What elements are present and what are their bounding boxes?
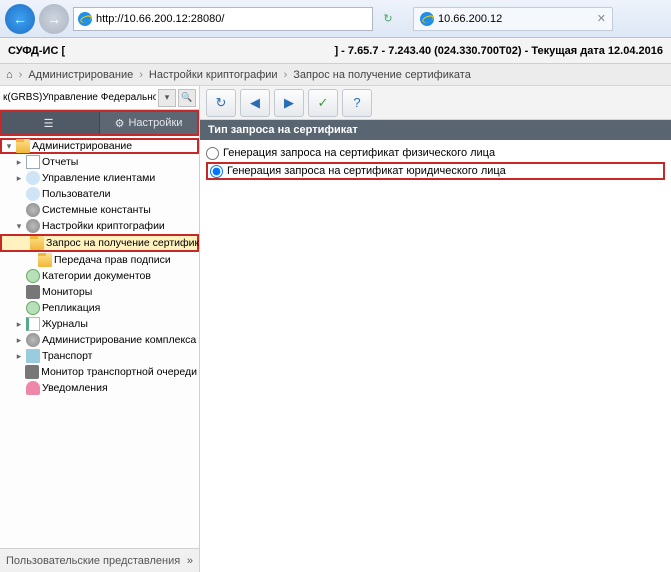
app-titlebar: СУФД-ИС [ ] - 7.65.7 - 7.243.40 (024.330…: [0, 38, 671, 64]
tree-signrights[interactable]: Передача прав подписи: [0, 252, 199, 268]
folder-icon: [30, 236, 44, 250]
ie-icon: [420, 12, 434, 26]
user-views-label: Пользовательские представления: [6, 555, 180, 567]
chevron-right-icon: ›: [284, 69, 288, 81]
breadcrumb: ⌂ › Администрирование › Настройки крипто…: [0, 64, 671, 86]
help-button[interactable]: ?: [342, 89, 372, 117]
section-header: Тип запроса на сертификат: [200, 120, 671, 140]
search-icon[interactable]: 🔍: [178, 89, 196, 107]
tree-users[interactable]: Пользователи: [0, 186, 199, 202]
replication-icon: [26, 301, 40, 315]
nav-tree: ▾Администрирование ▸Отчеты ▸Управление к…: [0, 136, 199, 548]
transport-icon: [26, 349, 40, 363]
radio-individual[interactable]: Генерация запроса на сертификат физическ…: [206, 144, 665, 162]
folder-icon: [16, 139, 30, 153]
browser-tab[interactable]: 10.66.200.12 ✕: [413, 7, 613, 31]
radio-legal[interactable]: Генерация запроса на сертификат юридичес…: [206, 162, 665, 180]
section-title: Тип запроса на сертификат: [208, 124, 358, 136]
sidebar-tabs: ☰ ⚙ Настройки: [0, 110, 199, 136]
tree-journals[interactable]: ▸Журналы: [0, 316, 199, 332]
url-text: http://10.66.200.12:28080/: [96, 13, 224, 25]
queue-icon: [25, 365, 39, 379]
tree-doccats[interactable]: Категории документов: [0, 268, 199, 284]
radio-individual-label: Генерация запроса на сертификат физическ…: [223, 147, 495, 159]
tree-monitors[interactable]: Мониторы: [0, 284, 199, 300]
gear-icon: [26, 203, 40, 217]
doc-icon: [26, 155, 40, 169]
radio-individual-input[interactable]: [206, 147, 219, 160]
radio-legal-label: Генерация запроса на сертификат юридичес…: [227, 165, 506, 177]
app-name: СУФД-ИС [: [8, 45, 65, 57]
reload-button[interactable]: ↻: [377, 8, 399, 30]
chevron-right-icon: ›: [19, 69, 23, 81]
ie-icon: [78, 12, 92, 26]
org-text: к(GRBS)Управление Федерального казначейс…: [3, 92, 156, 103]
gear-icon: ⚙: [115, 117, 125, 130]
bell-icon: [26, 381, 40, 395]
menu-icon: ☰: [44, 117, 54, 130]
sidebar: к(GRBS)Управление Федерального казначейс…: [0, 86, 200, 572]
tree-clients[interactable]: ▸Управление клиентами: [0, 170, 199, 186]
user-icon: [26, 187, 40, 201]
tree-notif[interactable]: Уведомления: [0, 380, 199, 396]
tab-title: 10.66.200.12: [438, 13, 502, 25]
browser-chrome: ← → http://10.66.200.12:28080/ ↻ 10.66.2…: [0, 0, 671, 38]
content-toolbar: ↻ ◀ ▶ ✓ ?: [200, 86, 671, 120]
tree-certreq[interactable]: Запрос на получение сертификата: [0, 234, 199, 252]
address-bar[interactable]: http://10.66.200.12:28080/: [73, 7, 373, 31]
tab-settings[interactable]: ⚙ Настройки: [99, 112, 197, 134]
next-button[interactable]: ▶: [274, 89, 304, 117]
key-icon: [26, 219, 40, 233]
tree-tqueue[interactable]: Монитор транспортной очереди: [0, 364, 199, 380]
main-layout: к(GRBS)Управление Федерального казначейс…: [0, 86, 671, 572]
forward-button[interactable]: →: [39, 4, 69, 34]
home-icon[interactable]: ⌂: [6, 69, 13, 81]
app-title-right: ] - 7.65.7 - 7.243.40 (024.330.700Т02) -…: [334, 45, 663, 57]
gear-icon: [26, 333, 40, 347]
prev-button[interactable]: ◀: [240, 89, 270, 117]
tree-consts[interactable]: Системные константы: [0, 202, 199, 218]
radio-legal-input[interactable]: [210, 165, 223, 178]
tree-reports[interactable]: ▸Отчеты: [0, 154, 199, 170]
back-button[interactable]: ←: [5, 4, 35, 34]
users-icon: [26, 171, 40, 185]
tree-repl[interactable]: Репликация: [0, 300, 199, 316]
tree-complex[interactable]: ▸Администрирование комплекса: [0, 332, 199, 348]
tree-crypto[interactable]: ▾Настройки криптографии: [0, 218, 199, 234]
crumb-crypto[interactable]: Настройки криптографии: [149, 69, 278, 81]
user-views-panel[interactable]: Пользовательские представления »: [0, 548, 199, 572]
request-type-group: Генерация запроса на сертификат физическ…: [200, 140, 671, 184]
org-selector[interactable]: к(GRBS)Управление Федерального казначейс…: [0, 86, 199, 110]
tab-settings-label: Настройки: [128, 117, 182, 129]
expand-icon[interactable]: »: [187, 555, 193, 567]
journal-icon: [26, 317, 40, 331]
confirm-button[interactable]: ✓: [308, 89, 338, 117]
close-icon[interactable]: ✕: [597, 12, 606, 25]
folder-icon: [38, 253, 52, 267]
crumb-admin[interactable]: Администрирование: [28, 69, 133, 81]
chevron-down-icon[interactable]: ▾: [158, 89, 176, 107]
refresh-button[interactable]: ↻: [206, 89, 236, 117]
tab-menu[interactable]: ☰: [2, 112, 99, 134]
db-icon: [26, 269, 40, 283]
content-area: ↻ ◀ ▶ ✓ ? Тип запроса на сертификат Гене…: [200, 86, 671, 572]
tree-transport[interactable]: ▸Транспорт: [0, 348, 199, 364]
crumb-certreq[interactable]: Запрос на получение сертификата: [293, 69, 471, 81]
tree-admin[interactable]: ▾Администрирование: [0, 138, 199, 154]
chevron-right-icon: ›: [139, 69, 143, 81]
monitor-icon: [26, 285, 40, 299]
